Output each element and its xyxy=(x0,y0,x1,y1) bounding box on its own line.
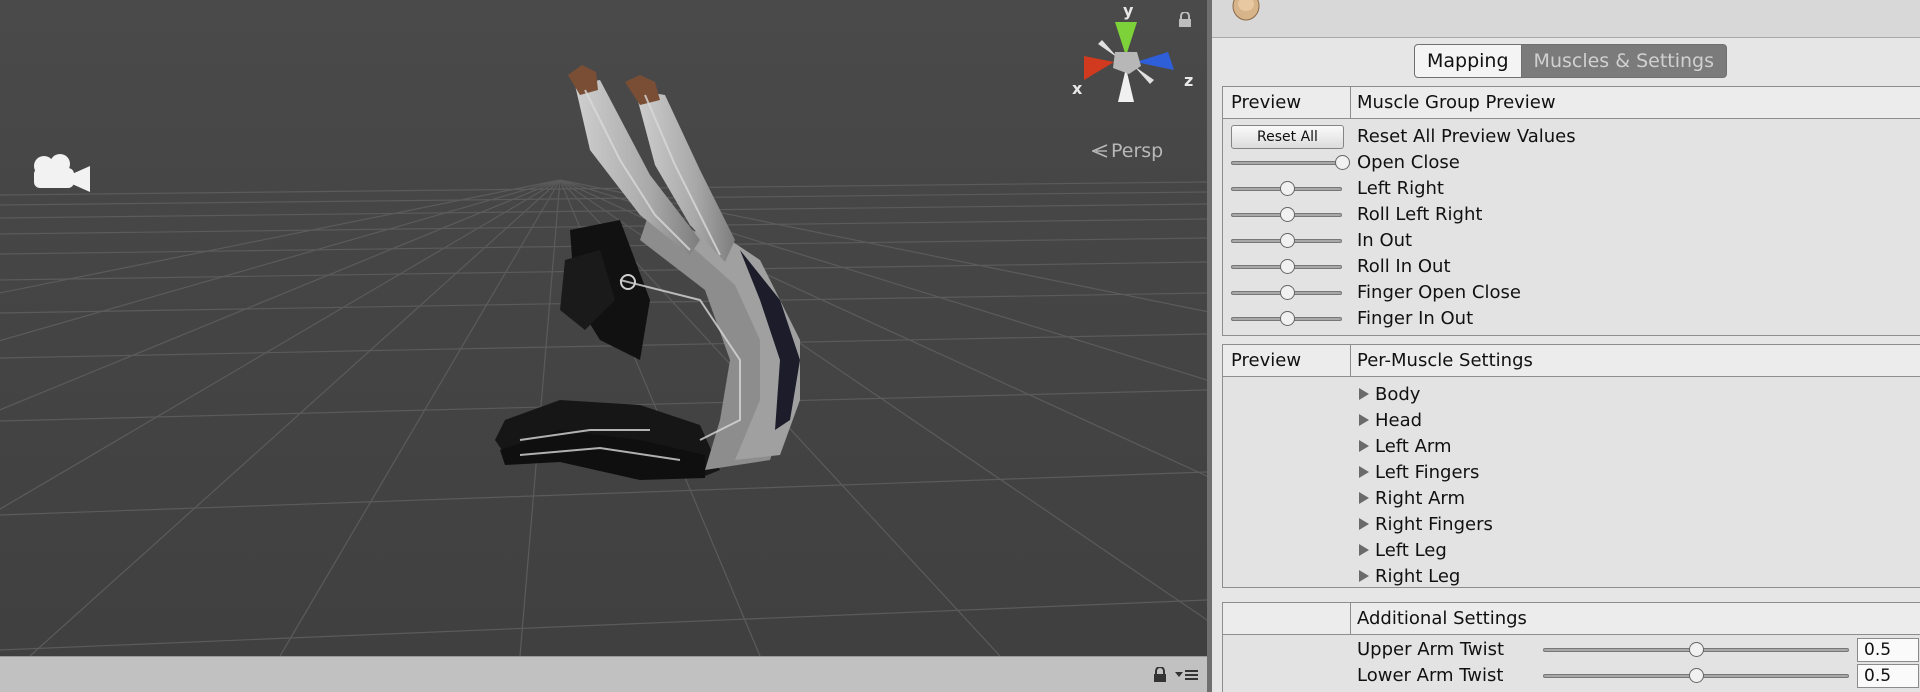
avatar-icon xyxy=(1232,0,1260,21)
muscle-group-preview-panel: Preview Muscle Group Preview Reset All R… xyxy=(1222,86,1920,336)
inspector-header xyxy=(1212,0,1920,38)
slider-knob[interactable] xyxy=(1279,285,1295,300)
twist-value-field[interactable]: 0.5 xyxy=(1857,638,1919,662)
muscle-group-foldout[interactable]: Right Leg xyxy=(1359,564,1460,590)
scene-view[interactable]: y x z Persp xyxy=(0,0,1207,656)
muscle-group-slider[interactable] xyxy=(1231,306,1342,332)
muscle-group-label: Left Arm xyxy=(1375,436,1452,457)
muscle-group-label: Left Fingers xyxy=(1375,462,1480,483)
foldout-triangle-icon[interactable] xyxy=(1359,544,1369,556)
muscle-group-slider[interactable] xyxy=(1231,280,1342,306)
muscle-group-slider[interactable] xyxy=(1231,254,1342,280)
tab-mapping[interactable]: Mapping xyxy=(1414,44,1522,78)
gizmo-y-label: y xyxy=(1123,1,1134,20)
muscle-group-slider-label: Left Right xyxy=(1357,178,1444,199)
foldout-triangle-icon[interactable] xyxy=(1359,414,1369,426)
per-muscle-settings-title: Per-Muscle Settings xyxy=(1357,350,1533,371)
muscle-group-foldout[interactable]: Left Leg xyxy=(1359,538,1447,564)
tab-muscles-settings[interactable]: Muscles & Settings xyxy=(1521,44,1728,78)
slider-knob[interactable] xyxy=(1279,233,1295,248)
muscle-group-slider-label: In Out xyxy=(1357,230,1413,251)
reset-all-label: Reset All Preview Values xyxy=(1357,126,1576,147)
twist-slider[interactable] xyxy=(1543,637,1849,663)
slider-knob[interactable] xyxy=(1279,311,1295,326)
slider-track[interactable] xyxy=(1231,161,1342,165)
slider-knob[interactable] xyxy=(1279,207,1295,222)
muscle-group-slider-label: Finger In Out xyxy=(1357,308,1474,329)
muscle-group-slider-label: Roll In Out xyxy=(1357,256,1451,277)
muscle-group-label: Right Fingers xyxy=(1375,514,1493,535)
foldout-triangle-icon[interactable] xyxy=(1359,518,1369,530)
inspector-tabs: Mapping Muscles & Settings xyxy=(1414,44,1728,78)
slider-knob[interactable] xyxy=(1279,181,1295,196)
additional-settings-left-header xyxy=(1223,603,1351,634)
muscle-group-foldout[interactable]: Right Arm xyxy=(1359,486,1465,512)
scene-viewport[interactable] xyxy=(0,0,1207,656)
twist-value-field[interactable]: 0.5 xyxy=(1857,664,1919,688)
projection-toggle[interactable]: Persp xyxy=(1092,140,1163,162)
gizmo-z-label: z xyxy=(1184,71,1193,90)
avatar-inspector: Mapping Muscles & Settings Preview Muscl… xyxy=(1212,0,1920,692)
muscle-group-foldout[interactable]: Left Fingers xyxy=(1359,460,1479,486)
persp-icon xyxy=(1092,144,1108,158)
additional-settings-title: Additional Settings xyxy=(1357,608,1527,629)
muscle-group-label: Body xyxy=(1375,384,1421,405)
muscle-group-label: Head xyxy=(1375,410,1423,431)
reset-all-button[interactable]: Reset All xyxy=(1231,125,1344,149)
foldout-triangle-icon[interactable] xyxy=(1359,570,1369,582)
additional-settings-panel: Additional Settings Upper Arm Twist 0.5 Lo… xyxy=(1222,602,1920,692)
per-muscle-settings-header: Preview Per-Muscle Settings xyxy=(1223,345,1920,377)
muscle-group-foldout[interactable]: Left Arm xyxy=(1359,434,1452,460)
foldout-triangle-icon[interactable] xyxy=(1359,466,1369,478)
orientation-gizmo[interactable]: y x z xyxy=(1058,0,1198,120)
muscle-group-foldout[interactable]: Right Fingers xyxy=(1359,512,1493,538)
persp-label: Persp xyxy=(1111,140,1164,162)
twist-slider[interactable] xyxy=(1543,663,1849,689)
menu-icon[interactable] xyxy=(1175,667,1199,683)
preview-column-header: Preview xyxy=(1223,345,1351,376)
muscle-group-slider-label: Finger Open Close xyxy=(1357,282,1521,303)
muscle-group-slider[interactable] xyxy=(1231,202,1342,228)
preview-column-header: Preview xyxy=(1223,87,1351,118)
muscle-group-slider-label: Roll Left Right xyxy=(1357,204,1483,225)
additional-settings-header: Additional Settings xyxy=(1223,603,1920,635)
foldout-triangle-icon[interactable] xyxy=(1359,388,1369,400)
muscle-group-slider[interactable] xyxy=(1231,228,1342,254)
per-muscle-settings-panel: Preview Per-Muscle Settings Body Head Left… xyxy=(1222,344,1920,588)
lock-icon[interactable] xyxy=(1153,667,1167,683)
slider-knob[interactable] xyxy=(1279,259,1295,274)
foldout-triangle-icon[interactable] xyxy=(1359,440,1369,452)
muscle-group-label: Left Leg xyxy=(1375,540,1447,561)
slider-knob[interactable] xyxy=(1689,668,1704,683)
slider-knob[interactable] xyxy=(1335,155,1350,170)
slider-knob[interactable] xyxy=(1689,642,1704,657)
camera-icon[interactable] xyxy=(28,152,92,196)
muscle-group-label: Right Leg xyxy=(1375,566,1461,587)
muscle-group-slider[interactable] xyxy=(1231,176,1342,202)
muscle-group-label: Right Arm xyxy=(1375,488,1466,509)
gizmo-x-label: x xyxy=(1072,79,1083,98)
muscle-group-preview-title: Muscle Group Preview xyxy=(1357,92,1556,113)
muscle-group-foldout[interactable]: Body xyxy=(1359,382,1420,408)
muscle-group-preview-header: Preview Muscle Group Preview xyxy=(1223,87,1920,119)
twist-label: Upper Arm Twist xyxy=(1357,639,1505,660)
foldout-triangle-icon[interactable] xyxy=(1359,492,1369,504)
muscle-group-foldout[interactable]: Head xyxy=(1359,408,1422,434)
muscle-group-slider-label: Open Close xyxy=(1357,152,1460,173)
muscle-group-slider[interactable] xyxy=(1231,150,1350,176)
scene-footer-bar xyxy=(0,656,1207,692)
twist-label: Lower Arm Twist xyxy=(1357,665,1504,686)
